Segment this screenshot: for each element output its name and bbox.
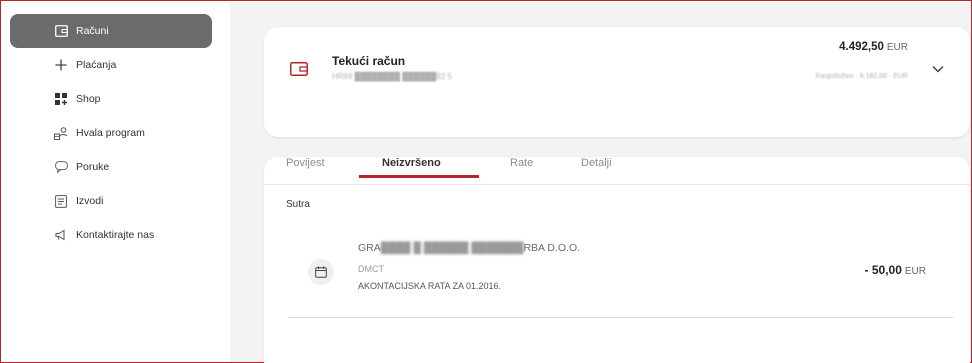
message-bubble-icon [54, 160, 68, 174]
app-window: Računi Plaćanja Shop Hvala program Poruk… [0, 0, 972, 363]
tab-bar: Povijest Neizvršeno Rate Detalji [264, 157, 970, 185]
transaction-amount: - 50,00 EUR [865, 263, 926, 277]
payee-suffix: RBA D.O.O. [523, 242, 581, 254]
sidebar-item-izvodi[interactable]: Izvodi [10, 184, 212, 218]
tab-neizvrseno[interactable]: Neizvršeno [382, 157, 441, 177]
amount-currency: EUR [904, 266, 926, 277]
sidebar-nav: Računi Plaćanja Shop Hvala program Poruk… [10, 14, 212, 252]
tab-detalji[interactable]: Detalji [581, 157, 612, 177]
section-date-heading: Sutra [286, 199, 310, 210]
transaction-row[interactable]: GRA████ █ ██████ ███████RBA D.O.O. DMCT … [288, 237, 954, 318]
sidebar-item-shop[interactable]: Shop [10, 82, 212, 116]
sidebar-item-poruke[interactable]: Poruke [10, 150, 212, 184]
sidebar-item-label: Hvala program [76, 127, 145, 139]
balance-value: 4.492,50 [839, 41, 884, 53]
account-card[interactable]: Tekući račun HR69 ████████ ██████92 5 4.… [264, 27, 970, 137]
plus-icon [54, 58, 68, 72]
sidebar-item-placanja[interactable]: Plaćanja [10, 48, 212, 82]
sidebar-item-hvala-program[interactable]: Hvala program [10, 116, 212, 150]
balance-currency: EUR [886, 42, 908, 53]
active-tab-indicator [359, 175, 479, 178]
sidebar-item-kontakt[interactable]: Kontaktirajte nas [10, 218, 212, 252]
chevron-down-icon[interactable] [932, 60, 944, 73]
sidebar-item-racuni[interactable]: Računi [10, 14, 212, 48]
megaphone-icon [54, 228, 68, 242]
transaction-type: DMCT [358, 264, 384, 274]
payee-prefix: GRA [358, 242, 381, 254]
sidebar-item-label: Poruke [76, 161, 110, 173]
sidebar-item-label: Izvodi [76, 195, 104, 207]
account-name: Tekući račun [332, 54, 406, 68]
accounts-icon [54, 24, 68, 38]
transaction-payee: GRA████ █ ██████ ███████RBA D.O.O. [358, 242, 580, 254]
account-iban: HR69 ████████ ██████92 5 [332, 72, 452, 81]
transactions-card: Povijest Neizvršeno Rate Detalji Sutra G… [264, 157, 970, 363]
amount-value: - 50,00 [864, 263, 902, 277]
sidebar-item-label: Shop [76, 93, 101, 105]
loyalty-program-icon [54, 126, 68, 140]
payee-masked: ████ █ ██████ ███████ [380, 242, 524, 254]
tab-rate[interactable]: Rate [510, 157, 533, 177]
wallet-icon [290, 62, 308, 76]
account-balance: 4.492,50 EUR [839, 41, 908, 53]
sidebar-item-label: Plaćanja [76, 59, 117, 71]
shop-grid-icon [54, 92, 68, 106]
sidebar-item-label: Računi [76, 25, 109, 37]
calendar-icon [308, 259, 334, 285]
available-balance: Raspoloživo · 6.182,00 · EUR [815, 73, 908, 80]
tab-povijest[interactable]: Povijest [286, 157, 325, 177]
statement-doc-icon [54, 194, 68, 208]
sidebar-item-label: Kontaktirajte nas [76, 229, 155, 241]
transaction-description: AKONTACIJSKA RATA ZA 01.2016. [358, 281, 502, 291]
